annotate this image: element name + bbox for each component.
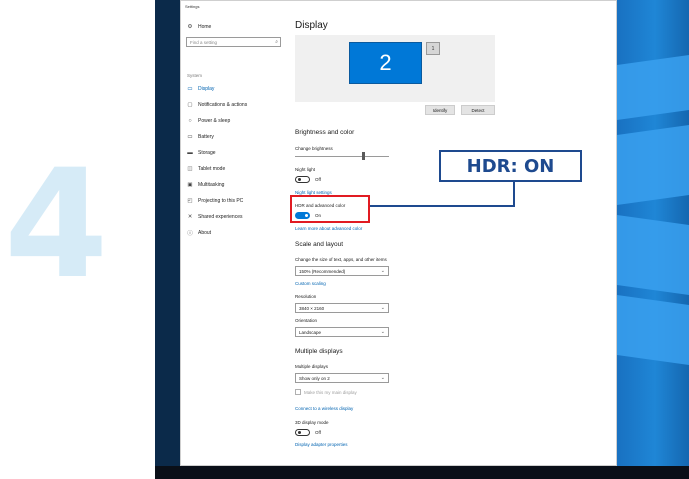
sidebar-item-multitasking[interactable]: ▣ Multitasking bbox=[186, 180, 224, 190]
monitor-2[interactable]: 2 bbox=[349, 42, 422, 84]
windows-logo-pane bbox=[617, 54, 689, 121]
size-label: Change the size of text, apps, and other… bbox=[295, 257, 387, 262]
storage-icon: ▬ bbox=[187, 150, 193, 156]
identify-button[interactable]: Identify bbox=[425, 105, 455, 115]
chevron-down-icon: ⌄ bbox=[380, 375, 385, 381]
chevron-down-icon: ⌄ bbox=[380, 305, 385, 311]
monitor-1[interactable]: 1 bbox=[426, 42, 440, 55]
window-titlebar: Settings bbox=[181, 1, 616, 13]
chevron-down-icon: ⌄ bbox=[380, 268, 385, 274]
settings-main: Display 2 1 Identify Detect Brightness a… bbox=[295, 13, 615, 453]
multiple-displays-dropdown[interactable]: Show only on 2 ⌄ bbox=[295, 373, 389, 383]
info-icon: ⓘ bbox=[187, 231, 193, 237]
resolution-dropdown[interactable]: 3840 × 2160 ⌄ bbox=[295, 303, 389, 313]
windows-logo-pane bbox=[617, 294, 689, 366]
sidebar-item-about[interactable]: ⓘ About bbox=[186, 228, 211, 238]
sidebar-item-label: Display bbox=[198, 86, 215, 92]
sidebar-item-notifications[interactable]: ▢ Notifications & actions bbox=[186, 100, 247, 110]
advanced-color-link[interactable]: Learn more about advanced color bbox=[295, 226, 362, 231]
sidebar-item-label: Tablet mode bbox=[198, 166, 226, 172]
hdr-highlight-box bbox=[290, 195, 370, 223]
tablet-icon: ◫ bbox=[187, 166, 193, 172]
home-icon: ⚙ bbox=[187, 24, 193, 30]
sidebar-item-label: Shared experiences bbox=[198, 214, 243, 220]
scale-heading: Scale and layout bbox=[295, 241, 344, 248]
search-input[interactable]: Find a setting ⌕ bbox=[186, 37, 281, 47]
sidebar-item-power[interactable]: ○ Power & sleep bbox=[186, 116, 230, 126]
custom-scaling-link[interactable]: Custom scaling bbox=[295, 281, 326, 286]
multitasking-icon: ▣ bbox=[187, 182, 193, 188]
sidebar-item-label: Home bbox=[198, 24, 212, 30]
message-icon: ▢ bbox=[187, 102, 193, 108]
sidebar-item-label: Battery bbox=[198, 134, 214, 140]
tutorial-stage: 4 Settings ⚙ Home Find a setting ⌕ Syste… bbox=[0, 0, 689, 479]
resolution-label: Resolution bbox=[295, 294, 317, 299]
sidebar-item-label: Notifications & actions bbox=[198, 102, 248, 108]
shared-icon: ✕ bbox=[187, 214, 193, 220]
detect-button[interactable]: Detect bbox=[461, 105, 495, 115]
multiple-displays-label: Multiple displays bbox=[295, 364, 329, 369]
sidebar-item-display[interactable]: ▭ Display bbox=[186, 84, 214, 94]
sidebar-item-label: Projecting to this PC bbox=[198, 198, 244, 204]
main-display-checkbox[interactable] bbox=[295, 389, 301, 395]
callout-connector bbox=[513, 180, 515, 207]
sidebar-item-battery[interactable]: ▭ Battery bbox=[186, 132, 214, 142]
orientation-dropdown[interactable]: Landscape ⌄ bbox=[295, 327, 389, 337]
sidebar-item-projecting[interactable]: ◰ Projecting to this PC bbox=[186, 196, 243, 206]
sidebar-item-label: Power & sleep bbox=[198, 118, 231, 124]
projector-icon: ◰ bbox=[187, 198, 193, 204]
settings-window: Settings ⚙ Home Find a setting ⌕ System … bbox=[180, 0, 617, 466]
sidebar-item-label: About bbox=[198, 230, 212, 236]
sidebar-item-label: Storage bbox=[198, 150, 216, 156]
sidebar-item-label: Multitasking bbox=[198, 182, 225, 188]
settings-sidebar: ⚙ Home Find a setting ⌕ System ▭ Display… bbox=[181, 13, 286, 453]
step-number: 4 bbox=[4, 138, 109, 312]
sidebar-section-label: System bbox=[187, 73, 203, 78]
night-light-toggle[interactable] bbox=[295, 176, 310, 183]
wireless-display-link[interactable]: Connect to a wireless display bbox=[295, 406, 353, 411]
display-arrangement: 2 1 bbox=[295, 35, 495, 102]
sidebar-item-storage[interactable]: ▬ Storage bbox=[186, 148, 216, 158]
night-light-state: Off bbox=[315, 177, 321, 182]
search-icon: ⌕ bbox=[275, 39, 278, 45]
3d-mode-state: Off bbox=[315, 430, 321, 435]
page-title: Display bbox=[295, 20, 328, 31]
brightness-label: Change brightness bbox=[295, 146, 333, 151]
3d-mode-toggle[interactable] bbox=[295, 429, 310, 436]
brightness-heading: Brightness and color bbox=[295, 129, 355, 136]
main-display-label: Make this my main display bbox=[304, 390, 357, 395]
scale-dropdown[interactable]: 150% (Recommended) ⌄ bbox=[295, 266, 389, 276]
sidebar-item-home[interactable]: ⚙ Home bbox=[186, 22, 212, 32]
window-title: Settings bbox=[185, 4, 200, 9]
battery-icon: ▭ bbox=[187, 134, 193, 140]
brightness-slider-thumb[interactable] bbox=[362, 152, 365, 160]
multiple-displays-heading: Multiple displays bbox=[295, 348, 343, 355]
orientation-label: Orientation bbox=[295, 318, 318, 323]
hdr-callout: HDR: ON bbox=[439, 150, 582, 182]
monitor-icon: ▭ bbox=[187, 86, 193, 92]
brightness-slider[interactable] bbox=[295, 156, 389, 157]
chevron-down-icon: ⌄ bbox=[380, 329, 385, 335]
sidebar-item-tablet[interactable]: ◫ Tablet mode bbox=[186, 164, 225, 174]
taskbar bbox=[155, 466, 689, 479]
night-light-label: Night light bbox=[295, 167, 316, 172]
windows-logo-pane bbox=[617, 214, 689, 296]
sidebar-item-shared[interactable]: ✕ Shared experiences bbox=[186, 212, 243, 222]
power-icon: ○ bbox=[188, 118, 192, 124]
windows-logo-pane bbox=[617, 124, 689, 206]
callout-connector bbox=[370, 205, 515, 207]
3d-mode-label: 3D display mode bbox=[295, 420, 329, 425]
display-adapter-link[interactable]: Display adapter properties bbox=[295, 442, 348, 447]
